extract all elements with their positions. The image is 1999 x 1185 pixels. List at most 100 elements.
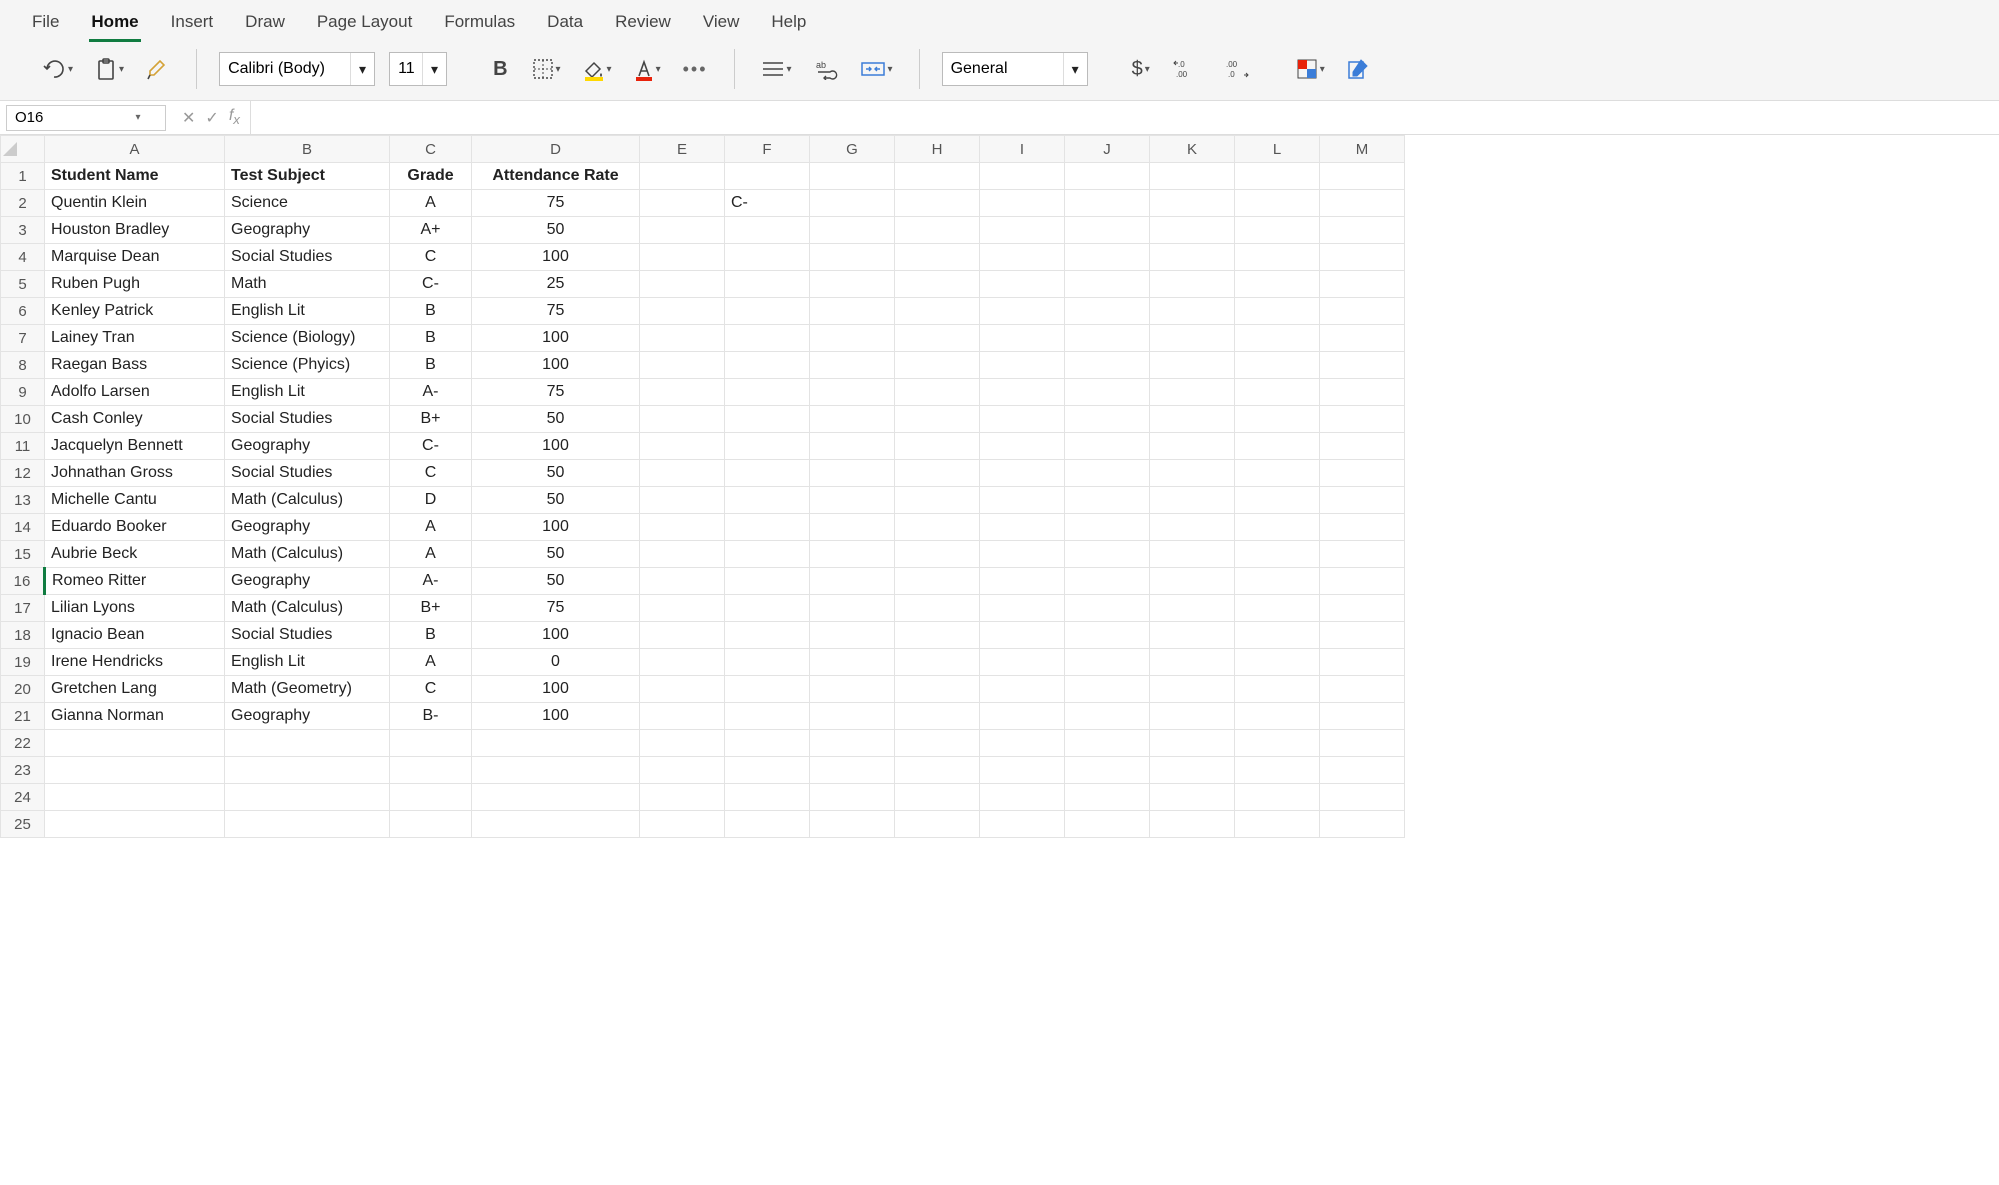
cell-C14[interactable]: A xyxy=(390,514,472,541)
cell-D23[interactable] xyxy=(472,757,640,784)
cell-F11[interactable] xyxy=(725,433,810,460)
cell-A9[interactable]: Adolfo Larsen xyxy=(45,379,225,406)
cell-G23[interactable] xyxy=(810,757,895,784)
editing-button[interactable] xyxy=(1343,54,1373,84)
cell-M24[interactable] xyxy=(1320,784,1405,811)
tab-help[interactable]: Help xyxy=(769,8,808,36)
cell-E2[interactable] xyxy=(640,190,725,217)
increase-decimal-button[interactable]: .0.00 xyxy=(1168,53,1204,85)
col-header-C[interactable]: C xyxy=(390,136,472,163)
cell-G7[interactable] xyxy=(810,325,895,352)
row-header-11[interactable]: 11 xyxy=(1,433,45,460)
cell-E24[interactable] xyxy=(640,784,725,811)
cell-F13[interactable] xyxy=(725,487,810,514)
cell-F9[interactable] xyxy=(725,379,810,406)
cell-F12[interactable] xyxy=(725,460,810,487)
col-header-A[interactable]: A xyxy=(45,136,225,163)
cell-G8[interactable] xyxy=(810,352,895,379)
cell-H13[interactable] xyxy=(895,487,980,514)
cell-J5[interactable] xyxy=(1065,271,1150,298)
name-box[interactable]: ▾ xyxy=(6,105,166,131)
cell-E19[interactable] xyxy=(640,649,725,676)
cell-D15[interactable]: 50 xyxy=(472,541,640,568)
decrease-decimal-button[interactable]: .00.0 xyxy=(1218,53,1254,85)
font-size-input[interactable] xyxy=(390,56,422,82)
cell-B18[interactable]: Social Studies xyxy=(225,622,390,649)
number-format-input[interactable] xyxy=(943,56,1063,82)
number-format-combo[interactable]: ▾ xyxy=(942,52,1088,86)
col-header-H[interactable]: H xyxy=(895,136,980,163)
tab-page-layout[interactable]: Page Layout xyxy=(315,8,414,36)
cancel-icon[interactable]: ✕ xyxy=(182,108,195,128)
cell-J21[interactable] xyxy=(1065,703,1150,730)
cell-D2[interactable]: 75 xyxy=(472,190,640,217)
cell-I5[interactable] xyxy=(980,271,1065,298)
col-header-B[interactable]: B xyxy=(225,136,390,163)
cell-A13[interactable]: Michelle Cantu xyxy=(45,487,225,514)
cell-M10[interactable] xyxy=(1320,406,1405,433)
cell-K14[interactable] xyxy=(1150,514,1235,541)
cell-K7[interactable] xyxy=(1150,325,1235,352)
cell-M3[interactable] xyxy=(1320,217,1405,244)
cell-M9[interactable] xyxy=(1320,379,1405,406)
cell-A10[interactable]: Cash Conley xyxy=(45,406,225,433)
more-options-button[interactable]: ••• xyxy=(679,55,712,84)
cell-E5[interactable] xyxy=(640,271,725,298)
row-header-21[interactable]: 21 xyxy=(1,703,45,730)
row-header-17[interactable]: 17 xyxy=(1,595,45,622)
cell-D24[interactable] xyxy=(472,784,640,811)
cell-G22[interactable] xyxy=(810,730,895,757)
cell-K9[interactable] xyxy=(1150,379,1235,406)
cell-F16[interactable] xyxy=(725,568,810,595)
cell-L21[interactable] xyxy=(1235,703,1320,730)
row-header-18[interactable]: 18 xyxy=(1,622,45,649)
row-header-24[interactable]: 24 xyxy=(1,784,45,811)
cell-J13[interactable] xyxy=(1065,487,1150,514)
cell-H17[interactable] xyxy=(895,595,980,622)
cell-E1[interactable] xyxy=(640,163,725,190)
cell-B3[interactable]: Geography xyxy=(225,217,390,244)
cell-H14[interactable] xyxy=(895,514,980,541)
cell-I9[interactable] xyxy=(980,379,1065,406)
cell-B19[interactable]: English Lit xyxy=(225,649,390,676)
col-header-M[interactable]: M xyxy=(1320,136,1405,163)
cell-G3[interactable] xyxy=(810,217,895,244)
paste-button[interactable]: ▾ xyxy=(91,53,128,85)
cell-M11[interactable] xyxy=(1320,433,1405,460)
cell-H20[interactable] xyxy=(895,676,980,703)
cell-E12[interactable] xyxy=(640,460,725,487)
cell-C1[interactable]: Grade xyxy=(390,163,472,190)
cell-A3[interactable]: Houston Bradley xyxy=(45,217,225,244)
cell-K22[interactable] xyxy=(1150,730,1235,757)
cell-K12[interactable] xyxy=(1150,460,1235,487)
cell-I13[interactable] xyxy=(980,487,1065,514)
cell-G21[interactable] xyxy=(810,703,895,730)
row-header-19[interactable]: 19 xyxy=(1,649,45,676)
name-box-input[interactable] xyxy=(7,107,127,128)
col-header-E[interactable]: E xyxy=(640,136,725,163)
enter-icon[interactable]: ✓ xyxy=(205,108,218,128)
cell-H6[interactable] xyxy=(895,298,980,325)
cell-H1[interactable] xyxy=(895,163,980,190)
cell-F7[interactable] xyxy=(725,325,810,352)
cell-G4[interactable] xyxy=(810,244,895,271)
cell-A21[interactable]: Gianna Norman xyxy=(45,703,225,730)
cell-L11[interactable] xyxy=(1235,433,1320,460)
cell-M16[interactable] xyxy=(1320,568,1405,595)
cell-M19[interactable] xyxy=(1320,649,1405,676)
fx-icon[interactable]: fx xyxy=(229,107,240,127)
cell-L23[interactable] xyxy=(1235,757,1320,784)
cell-F10[interactable] xyxy=(725,406,810,433)
tab-insert[interactable]: Insert xyxy=(169,8,216,36)
cell-F14[interactable] xyxy=(725,514,810,541)
cell-K3[interactable] xyxy=(1150,217,1235,244)
cell-G16[interactable] xyxy=(810,568,895,595)
cell-M1[interactable] xyxy=(1320,163,1405,190)
cell-K23[interactable] xyxy=(1150,757,1235,784)
cell-A17[interactable]: Lilian Lyons xyxy=(45,595,225,622)
cell-E23[interactable] xyxy=(640,757,725,784)
cell-C4[interactable]: C xyxy=(390,244,472,271)
cell-J2[interactable] xyxy=(1065,190,1150,217)
cell-F18[interactable] xyxy=(725,622,810,649)
cell-A7[interactable]: Lainey Tran xyxy=(45,325,225,352)
